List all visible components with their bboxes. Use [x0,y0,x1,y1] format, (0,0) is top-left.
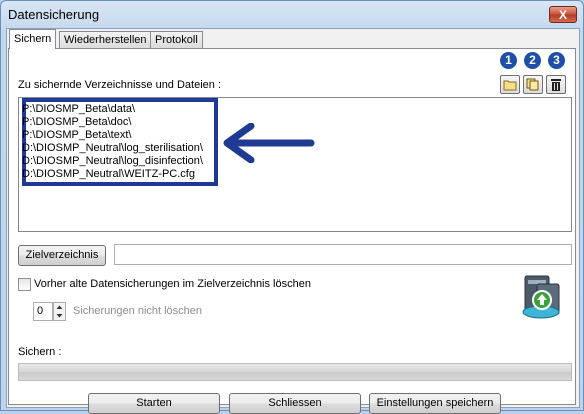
list-item[interactable]: D:\DIOSMP_Neutral\log_sterilisation\ [22,142,203,154]
delete-old-backups-label: Vorher alte Datensicherungen im Zielverz… [34,278,311,290]
badge-2: 2 [524,52,541,69]
annotation-arrow-icon [223,123,315,163]
folder-icon [503,80,517,91]
list-item[interactable]: P:\DIOSMP_Beta\data\ [22,103,135,115]
target-directory-button[interactable]: Zielverzeichnis [18,245,106,266]
progress-label: Sichern : [18,346,62,358]
keep-count-field[interactable]: 0 [33,302,53,321]
badge-3: 3 [548,52,565,69]
add-folder-button[interactable] [500,75,520,94]
tab-panel-sichern: 1 2 3 Zu sichernde Verzeichnisse und Dat… [8,48,576,414]
close-button-label: Schliessen [268,397,322,409]
badge-1: 1 [500,52,517,69]
start-button-label: Starten [136,397,172,409]
keep-count-stepper[interactable] [53,302,66,321]
remove-entry-button[interactable] [546,75,566,94]
add-files-button[interactable] [523,75,543,94]
tab-sichern[interactable]: Sichern [9,29,57,49]
list-item[interactable]: P:\DIOSMP_Beta\text\ [22,129,131,141]
list-item[interactable]: D:\DIOSMP_Neutral\log_disinfection\ [22,155,203,167]
target-directory-field[interactable] [114,244,572,265]
backup-progress-bar [18,363,572,381]
keep-count-label: Sicherungen nicht löschen [73,305,203,317]
backup-drive-icon [522,275,560,319]
tab-wiederherstellen[interactable]: Wiederherstellen [59,31,152,48]
backup-window: Datensicherung X Sichern Wiederherstelle… [0,0,584,414]
dialog-client-area: Sichern Wiederherstellen Protokoll 1 2 3… [6,28,580,414]
list-item[interactable]: P:\DIOSMP_Beta\doc\ [22,116,131,128]
trash-icon [551,79,561,91]
window-title: Datensicherung [8,7,100,22]
copy-files-icon [526,78,539,91]
chevron-down-icon [56,314,63,318]
delete-old-backups-checkbox[interactable] [18,278,31,291]
tab-protokoll[interactable]: Protokoll [150,31,203,48]
list-item[interactable]: D:\DIOSMP_Neutral\WEITZ-PC.cfg [22,168,195,180]
chevron-up-icon [56,305,63,309]
title-bar[interactable]: Datensicherung X [1,1,583,29]
save-settings-button-label: Einstellungen speichern [376,397,494,409]
source-list[interactable]: P:\DIOSMP_Beta\data\ P:\DIOSMP_Beta\doc\… [18,97,572,232]
close-window-button[interactable]: X [549,6,577,23]
source-list-label: Zu sichernde Verzeichnisse und Dateien : [18,79,222,91]
